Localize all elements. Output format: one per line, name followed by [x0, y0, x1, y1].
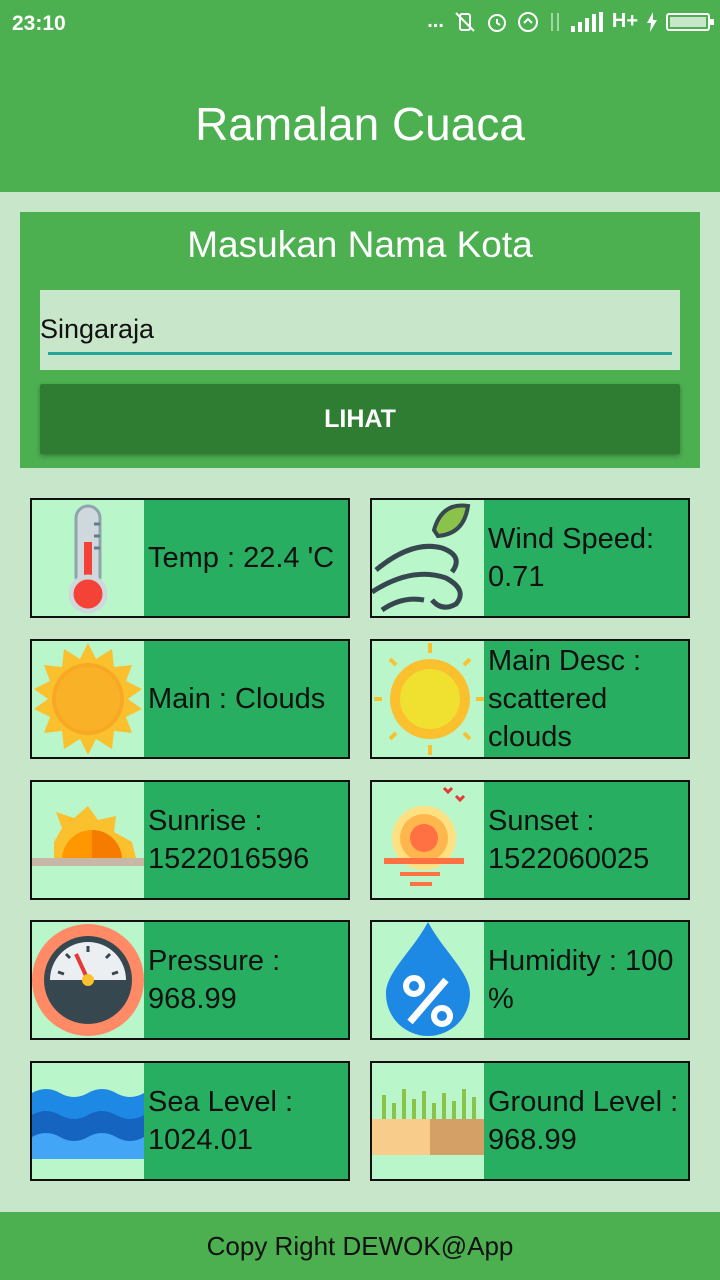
- network-type: H+: [611, 10, 638, 32]
- ground-level-tile: Ground Level : 968.99: [370, 1061, 690, 1181]
- footer: Copy Right DEWOK@App: [0, 1212, 720, 1280]
- sunrise-text: Sunrise : 1522016596: [148, 805, 310, 875]
- status-icons: ... H+: [427, 10, 714, 33]
- sun-icon: [32, 641, 144, 757]
- alarm-icon: [487, 13, 506, 32]
- status-time: 23:10: [12, 12, 66, 35]
- main-tile: Main : Clouds: [30, 639, 350, 759]
- app-bar: Ramalan Cuaca: [0, 50, 720, 192]
- status-bar: 23:10 ... H+: [0, 0, 720, 50]
- ground-grass-icon: [372, 1063, 484, 1179]
- input-underline: [48, 352, 672, 355]
- signal-icon: [570, 11, 603, 32]
- sync-icon: [517, 11, 538, 32]
- data-transfer-icon: [550, 12, 559, 31]
- pressure-text: Pressure : 968.99: [148, 945, 281, 1015]
- wind-speed-tile: Wind Speed: 0.71: [370, 498, 690, 618]
- thermometer-icon: [32, 500, 144, 616]
- temp-text: Temp : 22.4 'C: [148, 542, 335, 574]
- ground-level-text: Ground Level : 968.99: [488, 1086, 679, 1156]
- app-title: Ramalan Cuaca: [195, 98, 525, 150]
- wind-speed-text: Wind Speed: 0.71: [488, 523, 655, 593]
- city-search-card: Masukan Nama Kota Singaraja LIHAT: [20, 212, 700, 468]
- city-input[interactable]: Singaraja: [40, 290, 680, 370]
- sunrise-icon: [32, 782, 144, 898]
- city-input-value[interactable]: Singaraja: [40, 314, 154, 345]
- more-notifications-icon: ...: [427, 10, 444, 32]
- humidity-text: Humidity : 100 %: [488, 945, 674, 1015]
- main-text: Main : Clouds: [148, 683, 326, 715]
- sea-waves-icon: [32, 1063, 144, 1179]
- main-desc-text: Main Desc : scattered clouds: [488, 645, 642, 753]
- humidity-tile: Humidity : 100 %: [370, 920, 690, 1040]
- pressure-gauge-icon: [32, 922, 144, 1038]
- main-desc-tile: Main Desc : scattered clouds: [370, 639, 690, 759]
- battery-icon: [666, 12, 714, 31]
- pressure-tile: Pressure : 968.99: [30, 920, 350, 1040]
- sunset-tile: Sunset : 1522060025: [370, 780, 690, 900]
- wind-leaf-icon: [372, 500, 484, 616]
- sea-level-text: Sea Level : 1024.01: [148, 1086, 294, 1156]
- humidity-drop-icon: [372, 922, 484, 1038]
- temp-tile: Temp : 22.4 'C: [30, 498, 350, 618]
- sunset-text: Sunset : 1522060025: [488, 805, 650, 875]
- vibrate-off-icon: [455, 11, 475, 32]
- sunset-icon: [372, 782, 484, 898]
- charging-icon: [647, 11, 657, 32]
- sun-rays-icon: [372, 641, 484, 757]
- lihat-button[interactable]: LIHAT: [40, 384, 680, 454]
- sunrise-tile: Sunrise : 1522016596: [30, 780, 350, 900]
- sea-level-tile: Sea Level : 1024.01: [30, 1061, 350, 1181]
- city-input-label: Masukan Nama Kota: [187, 224, 533, 265]
